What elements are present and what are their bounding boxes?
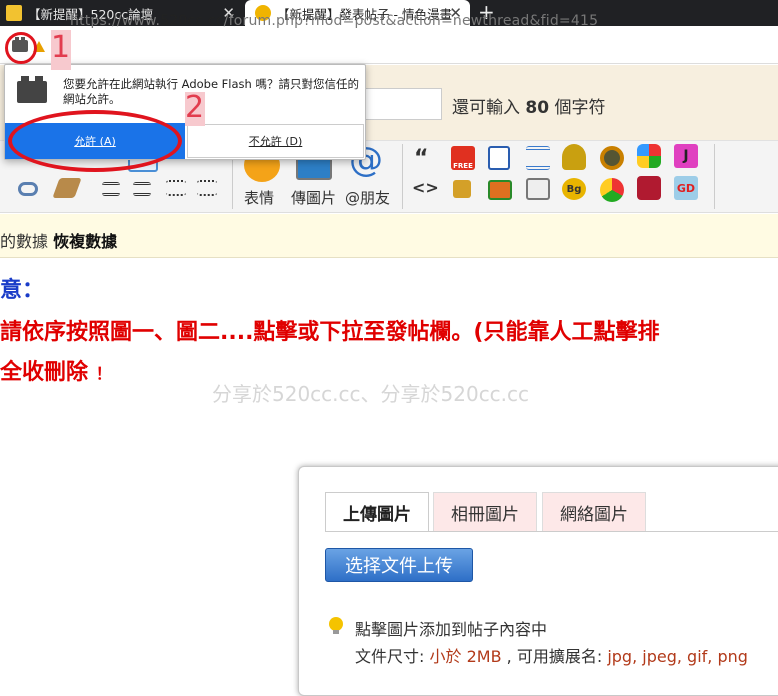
ordered-list-icon[interactable] [166,180,186,196]
toolbar-separator [714,144,715,209]
notice-line-2: 全收刪除 ！ [0,354,112,386]
step1-label: 1 [51,30,71,65]
counter-prefix: 還可輸入 [452,98,520,118]
subject-input[interactable] [360,88,442,120]
notice-line-2-suffix: ！ [95,364,112,383]
unordered-list-icon[interactable] [197,180,217,196]
emoji-label[interactable]: 表情 [244,187,274,208]
counter-value: 80 [525,98,550,118]
ext-value: jpg, jpeg, gif, png [607,647,748,666]
qq-icon[interactable] [637,144,661,168]
word-icon[interactable] [488,146,510,170]
quote-icon[interactable]: “ [414,146,428,171]
restore-data-link[interactable]: 恢複數據 [53,232,117,251]
char-counter: 還可輸入 80 個字符 [452,93,605,118]
url-prefix: https://www. [70,13,161,29]
video-icon[interactable] [637,176,661,200]
align-center-icon[interactable] [133,182,151,196]
toolbar-separator [402,144,403,209]
watermark: 分享於520cc.cc、分享於520cc.cc [212,382,530,406]
size-value: 小於 2MB [429,647,502,666]
unlink-icon[interactable] [18,182,38,196]
uploader-tab-line [325,531,778,532]
gd-icon[interactable]: GD [674,176,698,200]
align-left-icon[interactable] [102,182,120,196]
j-icon[interactable]: J [674,144,698,168]
restore-prefix: 的數據 [0,232,49,251]
step1-highlight-circle [5,32,37,64]
uploader-hint: 點擊圖片添加到帖子內容中 [355,620,548,639]
table-icon[interactable] [526,146,550,170]
lock-icon[interactable] [453,180,471,198]
key-icon[interactable] [562,144,586,170]
tab-web-image[interactable]: 網絡圖片 [542,492,646,531]
tab-album-image[interactable]: 相冊圖片 [433,492,537,531]
mention-label[interactable]: @朋友 [345,187,390,208]
lightbulb-icon [329,617,343,634]
step2-label: 2 [185,90,205,125]
forum-favicon [6,5,22,21]
url-path: /forum.php?mod=post&action=newthread&fid… [223,13,599,29]
address-bar[interactable] [0,26,778,64]
notice-line-2-text: 全收刪除 [0,360,89,385]
code-icon[interactable]: <> [412,178,439,197]
ext-label: , 可用擴展名: [506,647,603,666]
counter-suffix: 個字符 [554,98,606,118]
upload-limits: 文件尺寸: 小於 2MB , 可用擴展名: jpg, jpeg, gif, pn… [355,643,748,667]
step2-highlight-circle [8,110,182,172]
bg-color-icon[interactable]: Bg [562,178,586,200]
tab-upload-image[interactable]: 上傳圖片 [325,492,429,531]
columns-icon[interactable] [526,178,550,200]
deny-label: 不允許 (D) [248,135,303,148]
chrome-icon[interactable] [600,178,624,202]
url-domain: 520cc.cc [160,13,224,29]
image-label[interactable]: 傳圖片 [291,187,336,208]
url-text[interactable]: https://www.520cc.cc/forum.php?mod=post&… [70,13,598,29]
flash-icon[interactable] [600,146,624,170]
deny-flash-button[interactable]: 不允許 (D) [187,124,364,158]
flash-prompt-message: 您要允許在此網站執行 Adobe Flash 嗎？請只對您信任的網站允許。 [63,77,359,106]
size-label: 文件尺寸: [355,647,425,666]
upload-file-button[interactable]: 选择文件上传 [325,548,473,582]
notice-title: 意： [0,278,45,303]
restore-data-text: 的數據 恢複數據 [0,228,117,252]
plugin-icon [17,76,47,103]
media-icon[interactable] [488,180,512,200]
notice-line-1: 請依序按照圖一、圖二....點擊或下拉至發帖欄。(只能靠人工點擊排 [0,320,660,345]
free-icon[interactable]: FREE [451,146,475,170]
